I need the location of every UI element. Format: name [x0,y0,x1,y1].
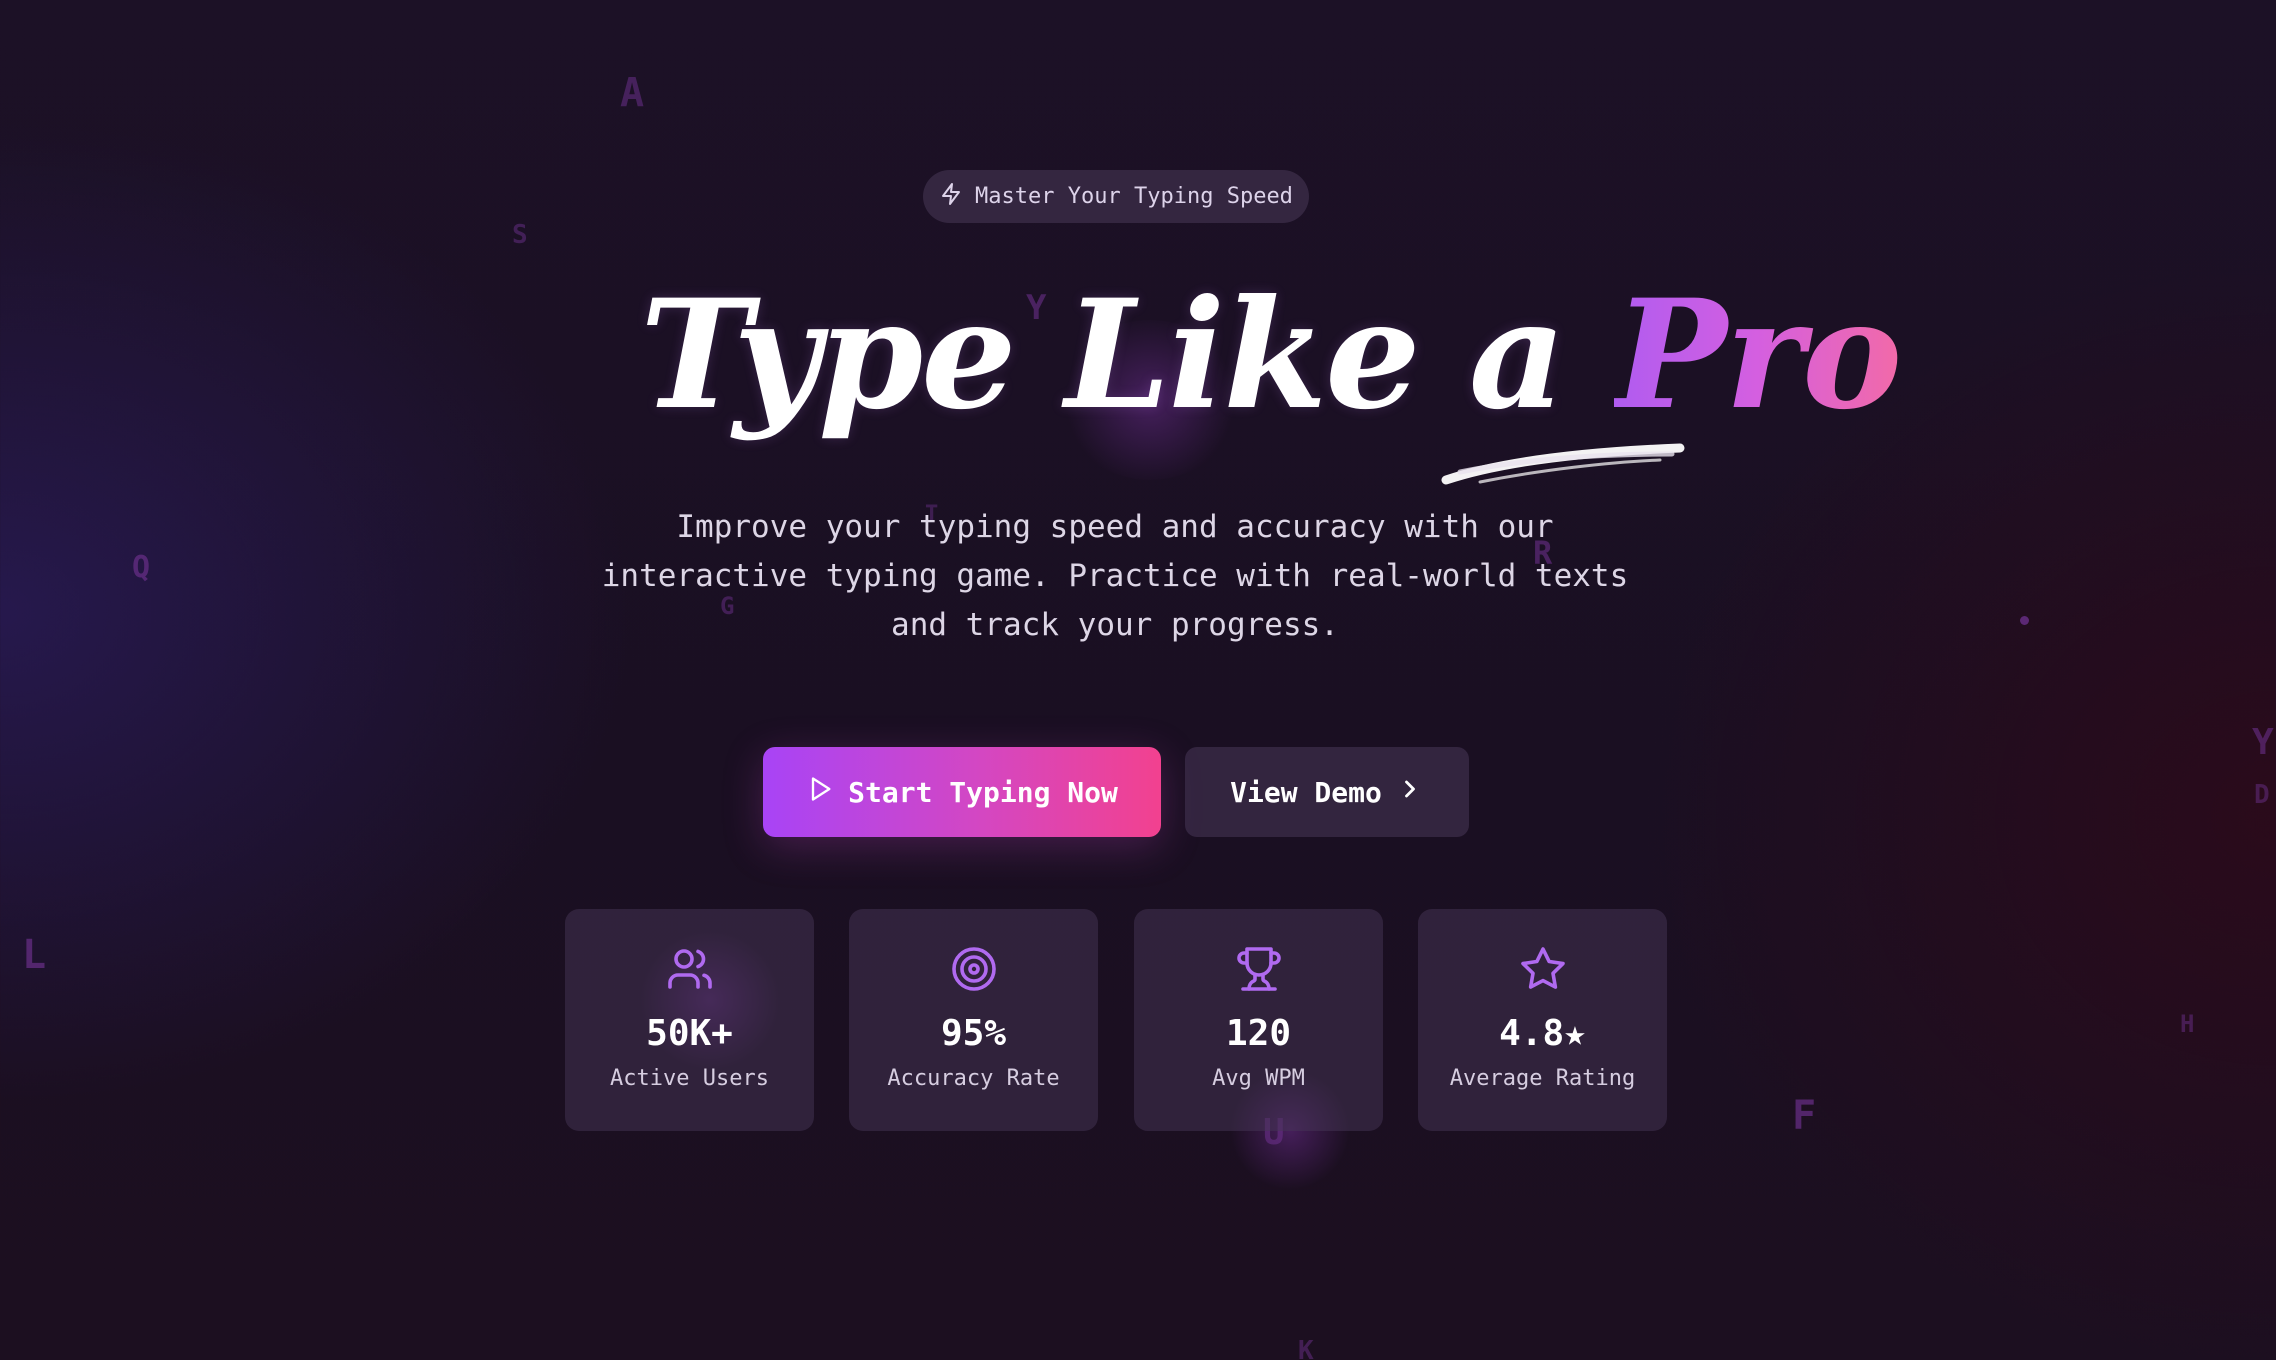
floating-letter: L [22,932,47,978]
floating-letter: K [1298,1336,1314,1360]
floating-letter: Q [132,550,151,585]
floating-letter: Y [2252,722,2274,763]
stat-label: Accuracy Rate [887,1066,1060,1091]
start-typing-label: Start Typing Now [848,775,1118,809]
stat-card-accuracy: 95% Accuracy Rate [849,909,1098,1131]
stat-value: 4.8★ [1499,1013,1586,1054]
zap-icon [939,182,963,212]
floating-letter: F [1792,1093,1817,1139]
floating-letter: A [620,70,645,116]
chevron-right-icon [1396,775,1424,810]
badge-label: Master Your Typing Speed [975,184,1293,209]
stat-value: 50K+ [646,1013,733,1054]
floating-dot [2020,616,2029,625]
stat-card-users: 50K+ Active Users [565,909,814,1131]
star-icon [1418,945,1667,995]
target-icon [849,945,1098,995]
trophy-icon [1134,945,1383,995]
brush-underline [1441,443,1685,485]
stat-label: Active Users [610,1066,769,1091]
stat-card-rating: 4.8★ Average Rating [1418,909,1667,1131]
play-icon [806,775,834,810]
stat-value: 95% [940,1013,1007,1054]
start-typing-button[interactable]: Start Typing Now [763,747,1161,837]
headline-main: Type Like a [640,267,1566,443]
hero-subtitle: Improve your typing speed and accuracy w… [601,509,1629,643]
floating-letter: H [2180,1010,2195,1038]
stat-value: 120 [1225,1013,1292,1054]
tagline-badge: Master Your Typing Speed [923,170,1309,223]
view-demo-button[interactable]: View Demo [1185,747,1469,837]
floating-letter: S [512,220,528,250]
view-demo-label: View Demo [1230,775,1382,809]
users-icon [565,945,814,995]
stat-card-wpm: 120 Avg WPM [1134,909,1383,1131]
stat-label: Average Rating [1449,1066,1636,1091]
floating-letter: D [2254,780,2270,810]
headline-highlight: Pro [1614,267,1902,443]
stat-label: Avg WPM [1212,1066,1305,1091]
